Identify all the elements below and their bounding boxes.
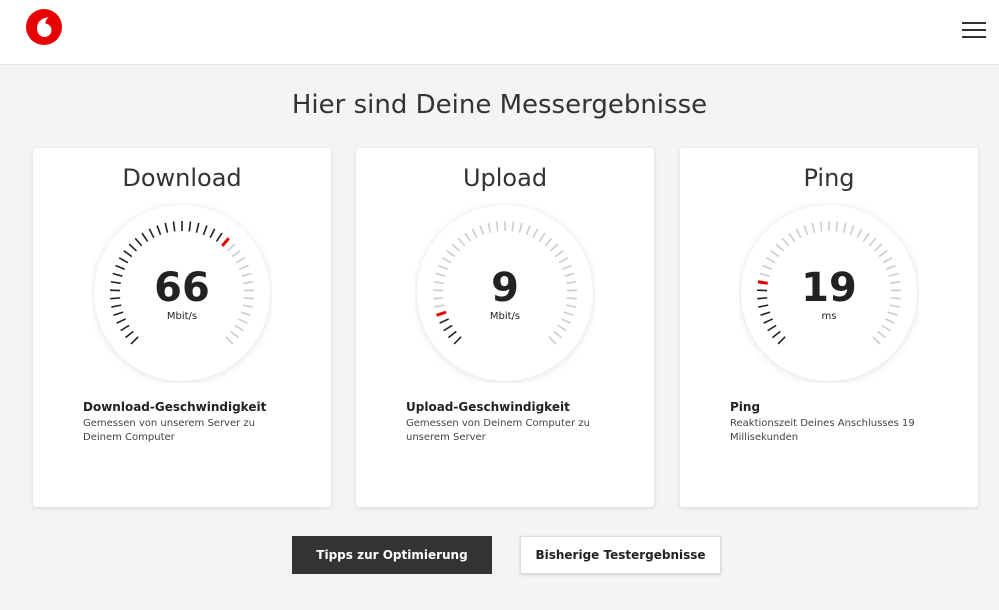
description-title: Upload-Geschwindigkeit bbox=[406, 400, 570, 414]
card-title: Upload bbox=[462, 164, 548, 192]
ping-card: Ping 19 ms Ping Reaktionszeit Deines Ans… bbox=[680, 148, 978, 507]
page-title: Hier sind Deine Messergebnisse bbox=[291, 90, 708, 120]
header bbox=[0, 0, 999, 65]
description-title: Download-Geschwindigkeit bbox=[83, 400, 267, 414]
gauge-unit: ms bbox=[821, 311, 837, 322]
download-card: Download 66 Mbit/s Download-Geschwindigk… bbox=[33, 148, 331, 507]
history-button[interactable]: Bisherige Testergebnisse bbox=[520, 536, 721, 574]
menu-line bbox=[962, 22, 986, 24]
description-title: Ping bbox=[730, 400, 761, 414]
upload-card: Upload 9 Mbit/s Upload-Geschwindigkeit G… bbox=[356, 148, 654, 507]
card-description: Upload-Geschwindigkeit Gemessen von Dein… bbox=[406, 400, 606, 445]
card-title: Download bbox=[122, 164, 242, 192]
tips-button[interactable]: Tipps zur Optimierung bbox=[292, 536, 492, 574]
description-text: Reaktionszeit Deines Anschlusses 19 Mill… bbox=[730, 418, 915, 443]
gauge-value: 19 bbox=[801, 265, 857, 311]
description-text: Gemessen von Deinem Computer zu unserem … bbox=[406, 418, 590, 443]
gauge-unit: Mbit/s bbox=[489, 311, 521, 322]
description-text: Gemessen von unserem Server zu Deinem Co… bbox=[83, 418, 255, 443]
gauge-value: 9 bbox=[491, 265, 519, 311]
card-title: Ping bbox=[803, 164, 855, 192]
menu-line bbox=[962, 29, 986, 31]
card-description: Ping Reaktionszeit Deines Anschlusses 19… bbox=[730, 400, 930, 445]
gauge-unit: Mbit/s bbox=[166, 311, 198, 322]
vodafone-logo-icon[interactable] bbox=[25, 8, 63, 46]
menu-line bbox=[962, 36, 986, 38]
card-description: Download-Geschwindigkeit Gemessen von un… bbox=[83, 400, 283, 445]
gauge-value: 66 bbox=[154, 265, 210, 311]
hamburger-menu-icon[interactable] bbox=[962, 22, 986, 40]
